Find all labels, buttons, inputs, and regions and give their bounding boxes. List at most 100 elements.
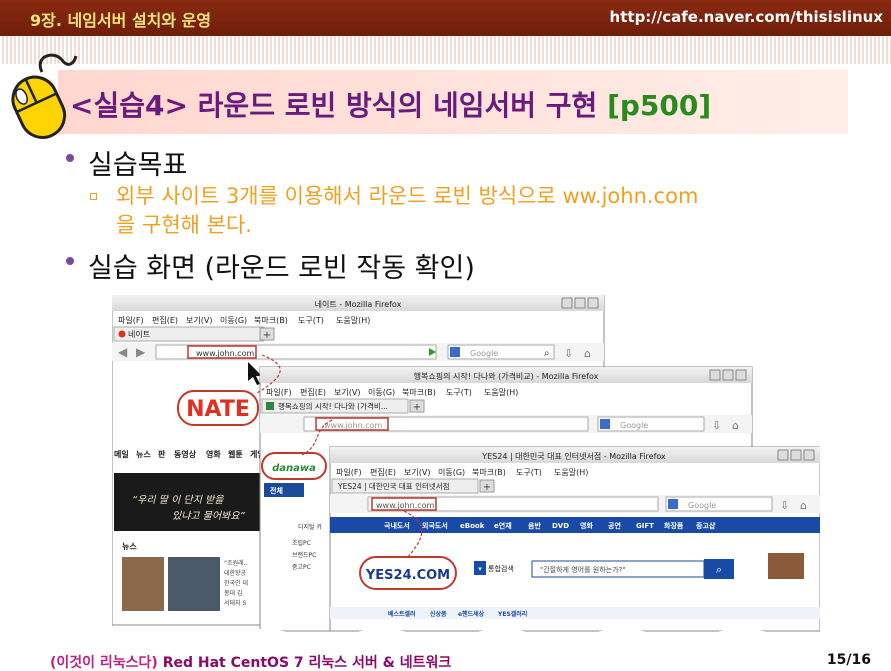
bullet-goal-text: 실습목표 [88,150,188,181]
maximize-button[interactable] [574,297,586,309]
danawa-side-0[interactable]: 디지털 카 [298,523,322,531]
menu-go[interactable]: 이동(G) [220,315,247,325]
maximize-button[interactable] [790,449,802,461]
menu-edit[interactable]: 편집(E) [152,315,178,325]
download-icon[interactable]: ⇩ [780,499,789,512]
goal-detail-line1: 외부 사이트 3개를 이용해서 라운드 로빈 방식으로 ww.john.com [116,184,699,208]
search-icon: ⌕ [716,563,722,576]
nate-nav-video[interactable]: 동영상 [174,449,197,459]
footer-book-tag: (이것이 리눅스다) [50,655,158,671]
news-image[interactable] [122,557,164,611]
nate-address-text: www.john.com [196,349,255,358]
menu-file[interactable]: 파일(F) [266,388,292,397]
menu-view[interactable]: 보기(V) [404,468,430,477]
bullet-square [90,193,97,200]
forward-icon[interactable]: ▶ [136,345,146,359]
svg-text:“조원래..: “조원래.. [224,559,248,567]
download-icon[interactable]: ⇩ [712,419,721,432]
close-button[interactable] [803,449,815,461]
yes24-nav-5[interactable]: DVD [552,522,569,530]
slide-title: <실습4> 라운드 로빈 방식의 네임서버 구현 [p500] [70,84,711,124]
menu-go[interactable]: 이동(G) [368,387,395,397]
nate-nav-news[interactable]: 뉴스 [136,450,151,459]
search-engine-icon[interactable] [450,347,460,357]
bullet-goal: 실습목표 [66,143,188,182]
menu-go[interactable]: 이동(G) [438,467,465,477]
nate-favicon [118,330,126,338]
yes24-search-label: 통합검색 [488,564,514,573]
header-bar: 9장. 네임서버 설치와 운영 http://cafe.naver.com/th… [0,0,891,36]
menu-help[interactable]: 도움말(H) [554,468,588,477]
danawa-tab-label: 행복쇼핑의 시작! 다나와 (가격비... [278,401,388,411]
bullet-dot [66,257,74,265]
danawa-side-1[interactable]: 조립PC [292,539,311,547]
home-icon[interactable]: ⌂ [800,499,807,512]
yes24-bottom-nav-0[interactable]: 베스트셀러 [388,610,416,618]
news-image-2[interactable] [168,557,220,611]
yes24-nav-8[interactable]: GIFT [636,522,654,530]
menu-bookmarks[interactable]: 북마크(B) [402,388,436,397]
home-icon[interactable]: ⌂ [584,347,591,360]
menu-help[interactable]: 도움말(H) [484,388,518,397]
yes24-nav-3[interactable]: e연재 [494,521,512,530]
search-engine-icon[interactable] [600,419,610,429]
minimize-button[interactable] [709,369,721,381]
yes24-nav-4[interactable]: 음반 [528,521,541,530]
menu-tools[interactable]: 도구(T) [446,388,472,397]
yes24-bottom-nav-2[interactable]: e핸드세상 [458,610,485,618]
svg-text:+: + [263,330,271,341]
svg-text:대한항공: 대한항공 [224,569,247,577]
yes24-nav-10[interactable]: 중고샵 [696,521,716,530]
nate-search-box[interactable] [447,344,555,360]
menu-bookmarks[interactable]: 북마크(B) [254,316,288,325]
search-engine-icon[interactable] [668,499,678,509]
slide: 9장. 네임서버 설치와 운영 http://cafe.naver.com/th… [0,0,891,671]
yes24-logo: YES24.COM [365,568,450,583]
yes24-nav-1[interactable]: 외국도서 [422,521,448,530]
maximize-button[interactable] [722,369,734,381]
menu-tools[interactable]: 도구(T) [298,316,324,325]
danawa-logo: danawa [272,463,316,474]
nate-nav-mail[interactable]: 메일 [114,449,129,459]
nate-nav-pan[interactable]: 판 [158,449,166,459]
search-icon[interactable]: ⌕ [544,348,550,359]
yes24-bottom-nav-3[interactable]: YES갤러리 [497,610,527,618]
yes24-nav-7[interactable]: 공연 [608,521,621,530]
footer-book-title: Red Hat CentOS 7 리눅스 서버 & 네트워크 [157,655,452,671]
danawa-side-3[interactable]: 중고PC [292,564,311,571]
menu-view[interactable]: 보기(V) [334,388,360,397]
home-icon[interactable]: ⌂ [732,419,739,432]
back-icon[interactable]: ◀ [118,345,128,359]
menu-help[interactable]: 도움말(H) [336,316,370,325]
yes24-nav-6[interactable]: 영화 [580,521,593,530]
minimize-button[interactable] [561,297,573,309]
menu-edit[interactable]: 편집(E) [300,387,326,397]
yes24-nav-0[interactable]: 국내도서 [384,521,410,530]
menu-file[interactable]: 파일(F) [336,468,362,477]
nate-window-title: 네이트 - Mozilla Firefox [315,299,402,309]
close-button[interactable] [735,369,747,381]
yes24-search-box[interactable] [665,496,773,512]
close-button[interactable] [587,297,599,309]
danawa-side-2[interactable]: 브랜드PC [292,551,316,559]
yes24-nav-9[interactable]: 화장품 [664,521,684,530]
cafe-url: http://cafe.naver.com/thisislinux [609,8,883,26]
download-icon[interactable]: ⇩ [564,347,573,360]
yes24-bottom-nav-1[interactable]: 신상품 [430,610,447,618]
goal-detail-line2: 을 구현해 본다. [116,213,252,237]
nate-nav-movie[interactable]: 영화 [206,449,221,459]
menu-bookmarks[interactable]: 북마크(B) [472,468,506,477]
bullet-dot [66,154,74,162]
nate-tab-label: 네이트 [128,329,150,339]
yes24-nav-2[interactable]: eBook [460,522,485,530]
menu-edit[interactable]: 편집(E) [370,467,396,477]
minimize-button[interactable] [777,449,789,461]
nate-nav-webtoon[interactable]: 웹툰 [228,449,243,459]
svg-text:+: + [413,402,421,413]
menu-tools[interactable]: 도구(T) [516,468,542,477]
svg-text:+: + [483,482,491,493]
menu-view[interactable]: 보기(V) [186,316,212,325]
yes24-side-image[interactable] [768,553,804,579]
danawa-search-box[interactable] [597,416,705,432]
menu-file[interactable]: 파일(F) [118,316,144,325]
